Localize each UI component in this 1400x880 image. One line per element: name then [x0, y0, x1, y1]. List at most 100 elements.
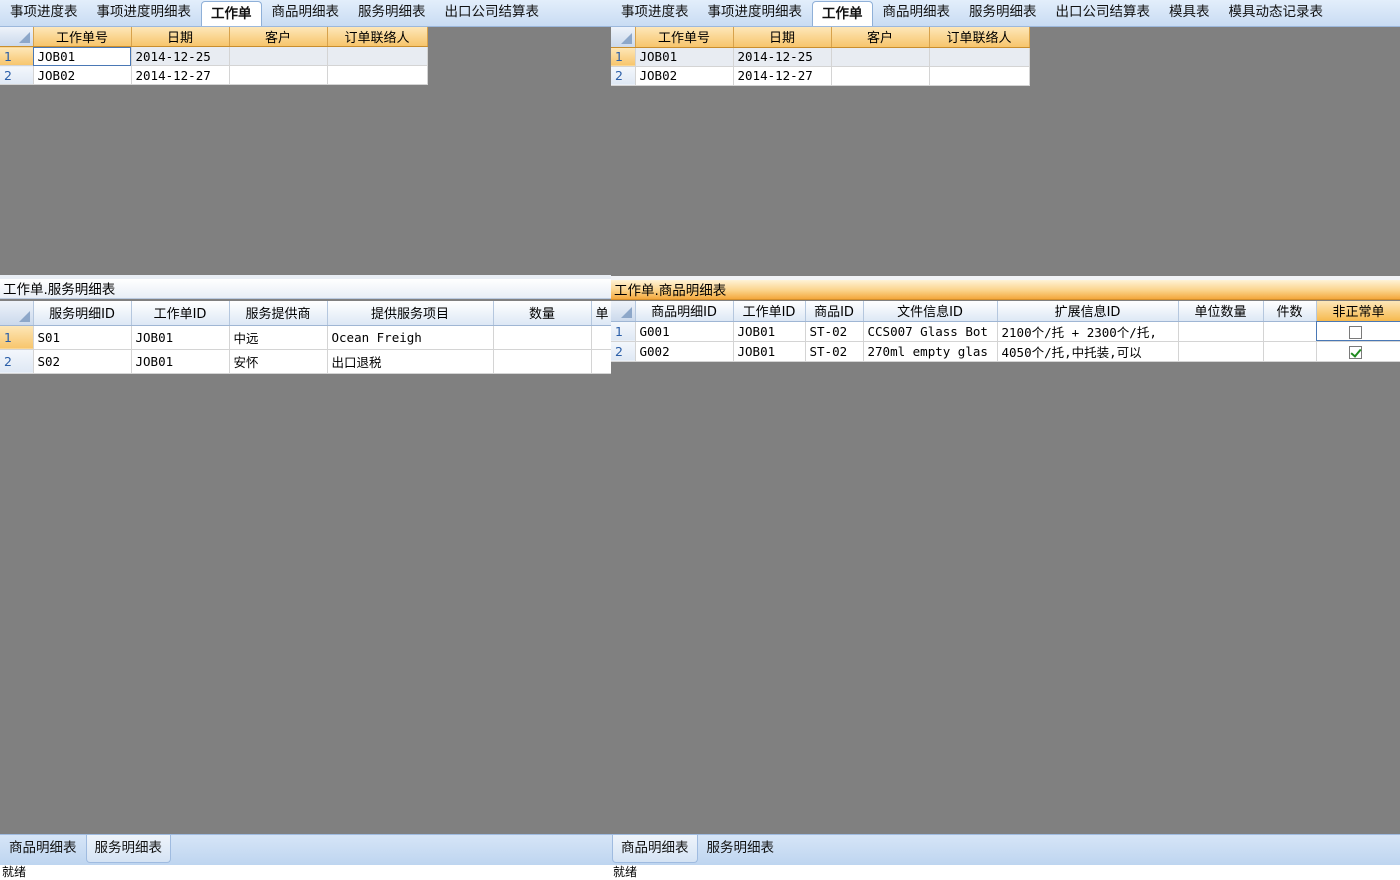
- grid-cell[interactable]: [327, 46, 428, 66]
- row-number[interactable]: 1: [0, 325, 34, 350]
- grid-cell[interactable]: [229, 46, 328, 66]
- grid-cell[interactable]: 270ml empty glas: [863, 341, 998, 362]
- table-row[interactable]: 2 JOB02 2014-12-27: [0, 65, 428, 85]
- tab-progress[interactable]: 事项进度表: [1, 0, 87, 26]
- grid-cell[interactable]: 安怀: [229, 349, 328, 374]
- column-header[interactable]: 件数: [1263, 301, 1317, 322]
- column-header[interactable]: 客户: [831, 27, 930, 48]
- row-number[interactable]: 1: [611, 321, 636, 342]
- grid-cell[interactable]: 2014-12-25: [131, 46, 230, 66]
- detail-tab-services[interactable]: 服务明细表: [699, 835, 783, 863]
- column-header[interactable]: 订单联络人: [327, 27, 428, 47]
- abnormal-checkbox-cell[interactable]: [1316, 341, 1400, 362]
- grid-cell[interactable]: CCS007 Glass Bot: [863, 321, 998, 342]
- grid-cell[interactable]: [591, 325, 611, 350]
- tab-mold[interactable]: 模具表: [1160, 0, 1219, 26]
- tab-goods-detail[interactable]: 商品明细表: [874, 0, 960, 26]
- grid-cell[interactable]: 2014-12-27: [131, 65, 230, 85]
- column-header[interactable]: 单: [591, 301, 611, 326]
- abnormal-checkbox-checked[interactable]: [1348, 345, 1362, 359]
- grid-cell[interactable]: ST-02: [805, 321, 864, 342]
- column-header[interactable]: 提供服务项目: [327, 301, 494, 326]
- column-header[interactable]: 文件信息ID: [863, 301, 998, 322]
- tab-progress-detail[interactable]: 事项进度明细表: [699, 0, 812, 26]
- column-header-selected[interactable]: 非正常单: [1316, 301, 1400, 322]
- row-number[interactable]: 1: [611, 47, 636, 67]
- tab-job-order[interactable]: 工作单: [201, 1, 262, 26]
- grid-cell[interactable]: JOB01: [131, 349, 230, 374]
- abnormal-checkbox-cell[interactable]: [1316, 321, 1400, 342]
- column-header[interactable]: 单位数量: [1178, 301, 1264, 322]
- table-row[interactable]: 1 G001 JOB01 ST-02 CCS007 Glass Bot 2100…: [611, 321, 1400, 342]
- table-row[interactable]: 1 S01 JOB01 中远 Ocean Freigh: [0, 325, 611, 350]
- detail-tab-goods[interactable]: 商品明细表: [612, 835, 698, 863]
- detail-tab-goods[interactable]: 商品明细表: [1, 835, 85, 863]
- grid-cell[interactable]: S01: [33, 325, 132, 350]
- grid-cell[interactable]: [493, 349, 592, 374]
- column-header[interactable]: 工作单号: [33, 27, 132, 47]
- grid-cell[interactable]: JOB01: [733, 341, 806, 362]
- detail-tab-services[interactable]: 服务明细表: [85, 835, 171, 863]
- grid-cell[interactable]: JOB02: [635, 66, 734, 86]
- column-header[interactable]: 服务明细ID: [33, 301, 132, 326]
- grid-cell[interactable]: [591, 349, 611, 374]
- row-number[interactable]: 2: [0, 65, 34, 85]
- column-header[interactable]: 商品ID: [805, 301, 864, 322]
- column-header[interactable]: 工作单号: [635, 27, 734, 48]
- grid-cell[interactable]: [1263, 341, 1317, 362]
- grid-cell[interactable]: 中远: [229, 325, 328, 350]
- grid-cell[interactable]: JOB01: [33, 46, 132, 66]
- tab-goods-detail[interactable]: 商品明细表: [263, 0, 349, 26]
- column-header[interactable]: 服务提供商: [229, 301, 328, 326]
- table-row[interactable]: 2 G002 JOB01 ST-02 270ml empty glas 4050…: [611, 341, 1400, 362]
- column-header[interactable]: 扩展信息ID: [997, 301, 1179, 322]
- tab-service-detail[interactable]: 服务明细表: [349, 0, 435, 26]
- tab-export-settlement[interactable]: 出口公司结算表: [436, 0, 549, 26]
- row-number[interactable]: 2: [0, 349, 34, 374]
- table-row[interactable]: 2 JOB02 2014-12-27: [611, 66, 1030, 86]
- table-row[interactable]: 1 JOB01 2014-12-25: [0, 46, 428, 66]
- grid-cell[interactable]: 4050个/托,中托装,可以: [997, 341, 1179, 362]
- grid-cell[interactable]: [929, 66, 1030, 86]
- row-number[interactable]: 2: [611, 66, 636, 86]
- column-header[interactable]: 商品明细ID: [635, 301, 734, 322]
- column-header[interactable]: 日期: [131, 27, 230, 47]
- table-row[interactable]: 2 S02 JOB01 安怀 出口退税: [0, 349, 611, 374]
- column-header[interactable]: 工作单ID: [131, 301, 230, 326]
- tab-export-settlement[interactable]: 出口公司结算表: [1047, 0, 1160, 26]
- column-header[interactable]: 工作单ID: [733, 301, 806, 322]
- grid-cell[interactable]: S02: [33, 349, 132, 374]
- grid-cell[interactable]: [831, 47, 930, 67]
- row-number[interactable]: 2: [611, 341, 636, 362]
- grid-cell[interactable]: [229, 65, 328, 85]
- grid-cell[interactable]: 2014-12-25: [733, 47, 832, 67]
- grid-cell[interactable]: [929, 47, 1030, 67]
- grid-cell[interactable]: [1263, 321, 1317, 342]
- grid-cell[interactable]: 出口退税: [327, 349, 494, 374]
- column-header[interactable]: 客户: [229, 27, 328, 47]
- tab-progress[interactable]: 事项进度表: [612, 0, 698, 26]
- grid-cell[interactable]: 2014-12-27: [733, 66, 832, 86]
- grid-cell[interactable]: Ocean Freigh: [327, 325, 494, 350]
- grid-cell[interactable]: JOB02: [33, 65, 132, 85]
- select-all-corner[interactable]: [0, 301, 34, 326]
- grid-cell[interactable]: G002: [635, 341, 734, 362]
- grid-cell[interactable]: [493, 325, 592, 350]
- column-header[interactable]: 日期: [733, 27, 832, 48]
- tab-job-order[interactable]: 工作单: [812, 1, 873, 26]
- grid-cell[interactable]: [1178, 321, 1264, 342]
- grid-cell[interactable]: [831, 66, 930, 86]
- column-header[interactable]: 数量: [493, 301, 592, 326]
- grid-cell[interactable]: JOB01: [733, 321, 806, 342]
- grid-cell[interactable]: 2100个/托 + 2300个/托,: [997, 321, 1179, 342]
- select-all-corner[interactable]: [611, 27, 636, 48]
- grid-cell[interactable]: [1178, 341, 1264, 362]
- grid-cell[interactable]: ST-02: [805, 341, 864, 362]
- select-all-corner[interactable]: [0, 27, 34, 47]
- tab-mold-log[interactable]: 模具动态记录表: [1220, 0, 1333, 26]
- tab-progress-detail[interactable]: 事项进度明细表: [88, 0, 201, 26]
- abnormal-checkbox[interactable]: [1348, 325, 1362, 339]
- grid-cell[interactable]: G001: [635, 321, 734, 342]
- column-header[interactable]: 订单联络人: [929, 27, 1030, 48]
- grid-cell[interactable]: JOB01: [131, 325, 230, 350]
